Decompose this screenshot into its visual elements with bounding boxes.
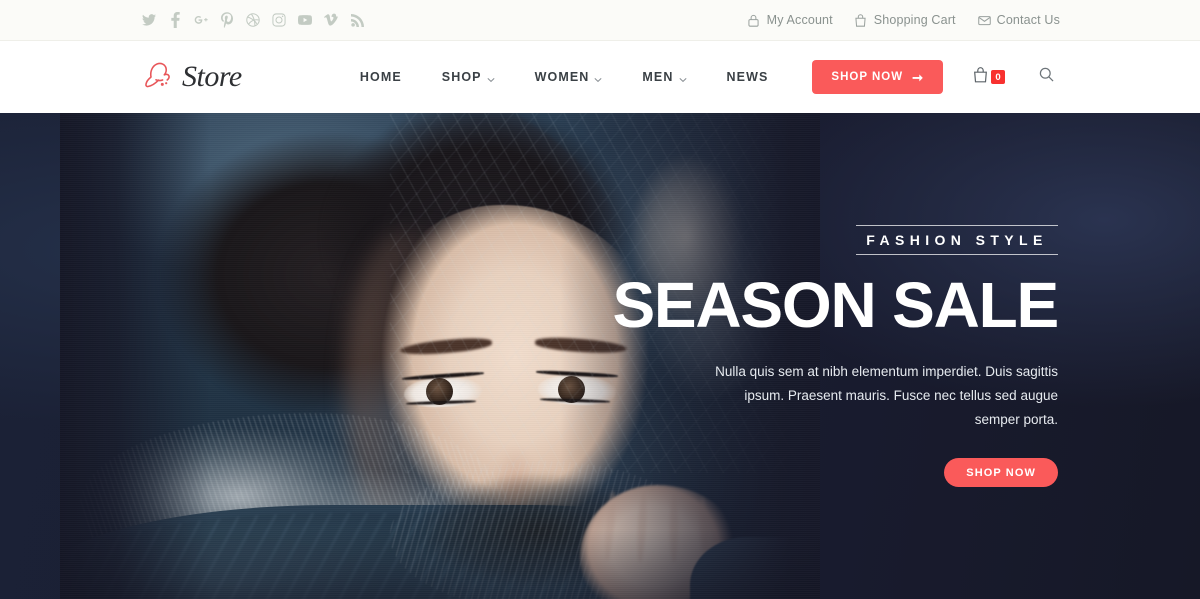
site-logo[interactable]: Store: [142, 59, 242, 95]
site-header: Store HOME SHOP WOMEN MEN NEWS SHOP NOW …: [0, 41, 1200, 113]
hero-content: FASHION STYLE SEASON SALE Nulla quis sem…: [612, 113, 1059, 599]
top-link-contact-us[interactable]: Contact Us: [977, 13, 1060, 27]
nav-label: MEN: [642, 70, 674, 84]
top-link-label: Contact Us: [996, 13, 1060, 27]
search-button[interactable]: [1033, 67, 1060, 87]
dribbble-icon[interactable]: [246, 12, 260, 28]
hero-banner: FASHION STYLE SEASON SALE Nulla quis sem…: [0, 113, 1200, 599]
social-links: [142, 12, 364, 28]
main-navigation: HOME SHOP WOMEN MEN NEWS SHOP NOW ➞ 0: [340, 60, 1060, 94]
top-bar-links: My Account Shopping Cart Contact Us: [748, 13, 1060, 27]
vimeo-icon[interactable]: [324, 12, 338, 28]
youtube-icon[interactable]: [298, 12, 312, 28]
chevron-down-icon: [487, 73, 495, 83]
lock-icon: [748, 13, 761, 27]
envelope-icon: [977, 13, 991, 27]
nav-item-home[interactable]: HOME: [340, 70, 422, 84]
nav-item-women[interactable]: WOMEN: [515, 70, 623, 84]
nav-item-men[interactable]: MEN: [622, 70, 706, 84]
top-bar: My Account Shopping Cart Contact Us: [0, 0, 1200, 41]
hero-eyebrow: FASHION STYLE: [866, 231, 1048, 248]
nav-label: SHOP: [441, 70, 482, 84]
top-link-shopping-cart[interactable]: Shopping Cart: [855, 13, 956, 27]
google-plus-icon[interactable]: [194, 12, 208, 28]
nav-item-news[interactable]: NEWS: [707, 70, 789, 84]
top-link-label: My Account: [766, 13, 833, 27]
nav-label: NEWS: [726, 70, 769, 84]
nav-item-shop[interactable]: SHOP: [422, 70, 515, 84]
rss-icon[interactable]: [350, 12, 364, 28]
twitter-icon[interactable]: [142, 12, 156, 28]
header-shop-now-label: SHOP NOW: [831, 71, 904, 83]
arrow-right-icon: ➞: [912, 69, 924, 85]
facebook-icon[interactable]: [168, 12, 182, 28]
header-tools: 0: [967, 66, 1060, 88]
hero-subtitle: Nulla quis sem at nibh elementum imperdi…: [715, 364, 1058, 428]
cart-button[interactable]: 0: [967, 66, 1011, 88]
header-shop-now-button[interactable]: SHOP NOW ➞: [812, 60, 943, 94]
logo-text: Store: [182, 60, 242, 93]
nav-label: WOMEN: [534, 70, 590, 84]
top-link-label: Shopping Cart: [873, 13, 956, 27]
instagram-icon[interactable]: [272, 12, 286, 28]
nav-label: HOME: [359, 70, 402, 84]
cart-bag-icon: [973, 66, 988, 88]
bag-icon: [855, 13, 868, 27]
hero-eyebrow-wrap: FASHION STYLE: [856, 224, 1058, 255]
pinterest-icon[interactable]: [220, 12, 234, 28]
search-icon: [1039, 67, 1054, 87]
chevron-down-icon: [678, 73, 687, 83]
top-link-my-account[interactable]: My Account: [748, 13, 833, 27]
cart-count-badge: 0: [991, 70, 1005, 84]
hat-logo-icon: [142, 59, 184, 95]
hero-title: SEASON SALE: [612, 268, 1059, 341]
chevron-down-icon: [594, 73, 602, 83]
hero-shop-now-button[interactable]: SHOP NOW: [944, 458, 1058, 488]
